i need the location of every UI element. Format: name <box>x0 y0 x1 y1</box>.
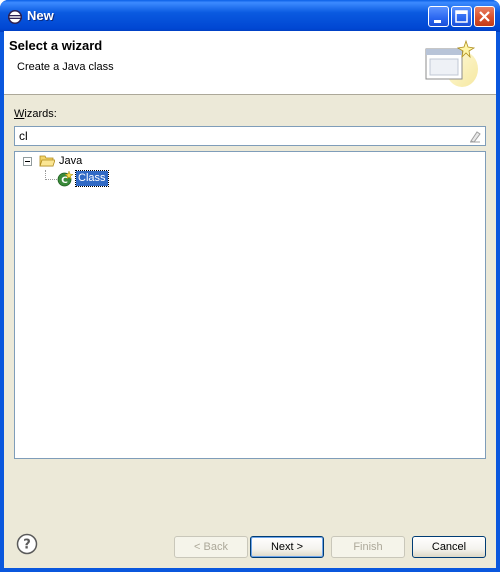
folder-open-icon <box>39 155 55 167</box>
title-bar[interactable]: New <box>0 0 500 32</box>
page-title: Select a wizard <box>9 38 103 53</box>
close-icon <box>479 11 490 22</box>
close-button[interactable] <box>474 6 495 27</box>
help-icon[interactable]: ? <box>16 533 38 555</box>
wizard-tree[interactable]: Java C Class <box>14 151 486 459</box>
next-button[interactable]: Next > <box>250 536 324 558</box>
eclipse-icon <box>8 10 22 24</box>
maximize-icon <box>455 10 468 23</box>
window-title: New <box>27 8 54 23</box>
tree-label-class: Class <box>75 170 109 187</box>
tree-node-java[interactable]: Java <box>15 152 485 170</box>
svg-text:?: ? <box>23 538 31 553</box>
page-description: Create a Java class <box>17 61 114 73</box>
collapse-toggle[interactable] <box>23 157 32 166</box>
wizards-label: Wizards: <box>14 108 57 120</box>
tree-label-java: Java <box>59 155 83 167</box>
cancel-button[interactable]: Cancel <box>412 536 486 558</box>
minimize-button[interactable] <box>428 6 449 27</box>
minimize-icon <box>434 20 441 23</box>
clear-filter-icon[interactable] <box>468 129 482 143</box>
java-class-icon: C <box>57 171 73 187</box>
tree-node-class[interactable]: C Class <box>15 170 485 188</box>
dialog-client-area: Select a wizard Create a Java class Wiza… <box>4 31 496 568</box>
finish-button[interactable]: Finish <box>331 536 405 558</box>
wizard-banner-icon <box>425 39 478 87</box>
filter-value: cl <box>19 129 28 143</box>
back-button[interactable]: < Back <box>174 536 248 558</box>
maximize-button[interactable] <box>451 6 472 27</box>
wizard-header: Select a wizard Create a Java class <box>4 31 496 95</box>
new-wizard-window: New Select a wizard Create a Java class <box>0 0 500 572</box>
wizard-filter-input[interactable]: cl <box>14 126 486 146</box>
